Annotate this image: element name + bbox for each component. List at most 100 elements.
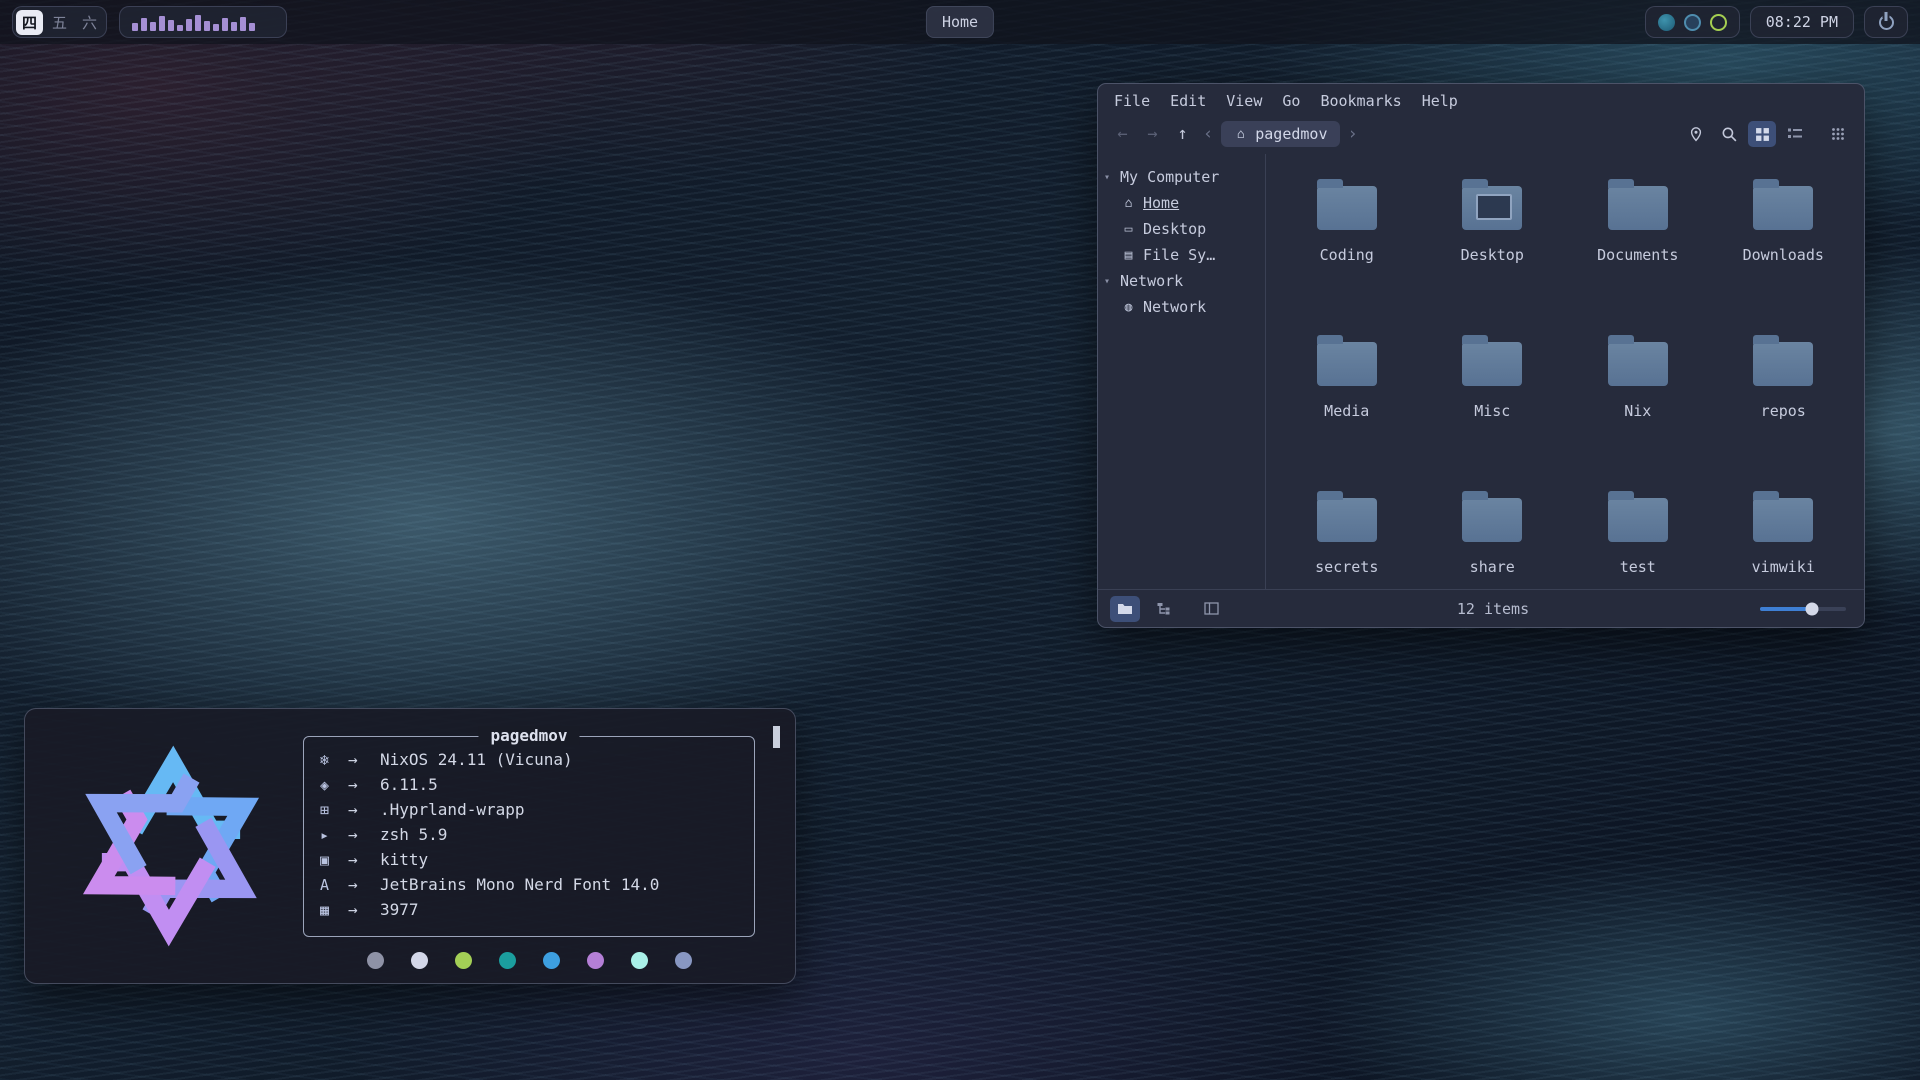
sidebar-item[interactable]: Network <box>1098 294 1265 320</box>
sidebar-item[interactable]: Desktop <box>1098 216 1265 242</box>
app-grid-icon <box>1831 127 1845 141</box>
shell-icon: ▸ <box>320 826 348 844</box>
icon-view-button[interactable] <box>1748 121 1776 147</box>
split-pane-button[interactable] <box>1196 596 1226 622</box>
visualizer-bar <box>186 19 192 31</box>
power-button[interactable] <box>1864 6 1908 38</box>
folder-label: Documents <box>1597 246 1678 264</box>
folder-item[interactable]: vimwiki <box>1711 490 1857 589</box>
fetch-line: A → JetBrains Mono Nerd Font 14.0 <box>320 872 754 897</box>
forward-button[interactable]: → <box>1140 124 1165 144</box>
folder-icon <box>1317 186 1377 230</box>
folder-icon <box>1462 498 1522 542</box>
breadcrumb-path-button[interactable]: pagedmov <box>1221 121 1339 147</box>
folder-item[interactable]: repos <box>1711 334 1857 490</box>
palette-dot <box>411 952 428 969</box>
up-button[interactable]: ↑ <box>1170 124 1195 144</box>
folder-icon <box>1462 186 1522 230</box>
visualizer-bar <box>249 23 255 31</box>
folder-label: secrets <box>1315 558 1378 576</box>
file-manager-body: My Computer Home Desktop File Sy… Networ… <box>1098 154 1864 589</box>
visualizer-bar <box>159 16 165 31</box>
fetch-value: NixOS 24.11 (Vicuna) <box>380 750 573 769</box>
workspace-button[interactable]: 六 <box>76 10 103 35</box>
terminal-palette <box>303 952 755 969</box>
font-icon: A <box>320 876 348 894</box>
host-title: pagedmov <box>478 726 579 745</box>
folder-item[interactable]: Downloads <box>1711 178 1857 334</box>
location-pin-icon <box>1688 126 1704 142</box>
breadcrumb-right-chevron-icon[interactable]: › <box>1345 124 1361 144</box>
app-grid-button[interactable] <box>1824 121 1852 147</box>
arrow-icon: → <box>348 800 380 819</box>
search-icon <box>1721 126 1738 143</box>
visualizer-bar <box>231 22 237 31</box>
menu-item[interactable]: Bookmarks <box>1312 89 1409 113</box>
tray-icon-2[interactable] <box>1684 14 1701 31</box>
system-tray <box>1645 6 1740 38</box>
list-view-button[interactable] <box>1781 121 1809 147</box>
visualizer-bar <box>240 17 246 31</box>
home-button[interactable]: Home <box>926 6 994 38</box>
folder-icon <box>1317 498 1377 542</box>
zoom-slider[interactable] <box>1760 607 1846 611</box>
topbar-right: 08:22 PM <box>1645 6 1908 38</box>
tree-pane-button[interactable] <box>1148 596 1178 622</box>
palette-dot <box>543 952 560 969</box>
folder-item[interactable]: Misc <box>1420 334 1566 490</box>
menu-item[interactable]: File <box>1106 89 1158 113</box>
sidebar-item[interactable]: File Sy… <box>1098 242 1265 268</box>
places-pane-button[interactable] <box>1110 596 1140 622</box>
palette-dot <box>455 952 472 969</box>
breadcrumb-left-chevron-icon[interactable]: ‹ <box>1200 124 1216 144</box>
fetch-value: zsh 5.9 <box>380 825 447 844</box>
wm-icon: ⊞ <box>320 801 348 819</box>
tree-view-icon <box>1156 602 1171 616</box>
workspace-switcher[interactable]: 四五六 <box>12 6 107 38</box>
folder-item[interactable]: Media <box>1274 334 1420 490</box>
menu-bar: FileEditViewGoBookmarksHelp <box>1098 84 1864 114</box>
folder-item[interactable]: Nix <box>1565 334 1711 490</box>
menu-item[interactable]: Go <box>1274 89 1308 113</box>
folder-label: Downloads <box>1743 246 1824 264</box>
menu-item[interactable]: Edit <box>1162 89 1214 113</box>
home-icon <box>1121 196 1136 211</box>
folder-item[interactable]: secrets <box>1274 490 1420 589</box>
top-bar: 四五六 Home 08:22 PM <box>0 0 1920 44</box>
folder-item[interactable]: Coding <box>1274 178 1420 334</box>
grid-view-icon <box>1755 127 1770 142</box>
folder-label: Coding <box>1320 246 1374 264</box>
globe-icon <box>1121 300 1136 315</box>
tray-icon-3[interactable] <box>1710 14 1727 31</box>
menu-item[interactable]: Help <box>1414 89 1466 113</box>
status-bar: 12 items <box>1098 589 1864 627</box>
back-button[interactable]: ← <box>1110 124 1135 144</box>
fetch-value: .Hyprland-wrapp <box>380 800 525 819</box>
menu-item[interactable]: View <box>1218 89 1270 113</box>
workspace-button[interactable]: 五 <box>46 10 73 35</box>
drive-icon <box>1121 248 1136 263</box>
topbar-center: Home <box>926 6 994 38</box>
tray-icon-1[interactable] <box>1658 14 1675 31</box>
zoom-thumb[interactable] <box>1805 602 1818 615</box>
sidebar-section-header[interactable]: My Computer <box>1098 164 1265 190</box>
visualizer-bar <box>222 18 228 31</box>
folder-item[interactable]: test <box>1565 490 1711 589</box>
visualizer-bar <box>150 22 156 31</box>
sidebar-section-header[interactable]: Network <box>1098 268 1265 294</box>
folder-item[interactable]: Documents <box>1565 178 1711 334</box>
folder-label: Nix <box>1624 402 1651 420</box>
search-button[interactable] <box>1715 121 1743 147</box>
terminal-window[interactable]: pagedmov ❄ → NixOS 24.11 (Vicuna) ◈ → 6.… <box>24 708 796 984</box>
folder-icon <box>1753 498 1813 542</box>
arrow-icon: → <box>348 850 380 869</box>
path-segment-label: pagedmov <box>1255 125 1327 143</box>
folder-item[interactable]: share <box>1420 490 1566 589</box>
folder-icon <box>1317 342 1377 386</box>
workspace-button[interactable]: 四 <box>16 10 43 35</box>
collapse-arrow-icon <box>1104 276 1114 287</box>
folder-item[interactable]: Desktop <box>1420 178 1566 334</box>
sidebar-item[interactable]: Home <box>1098 190 1265 216</box>
location-button[interactable] <box>1682 121 1710 147</box>
fetch-value: kitty <box>380 850 428 869</box>
